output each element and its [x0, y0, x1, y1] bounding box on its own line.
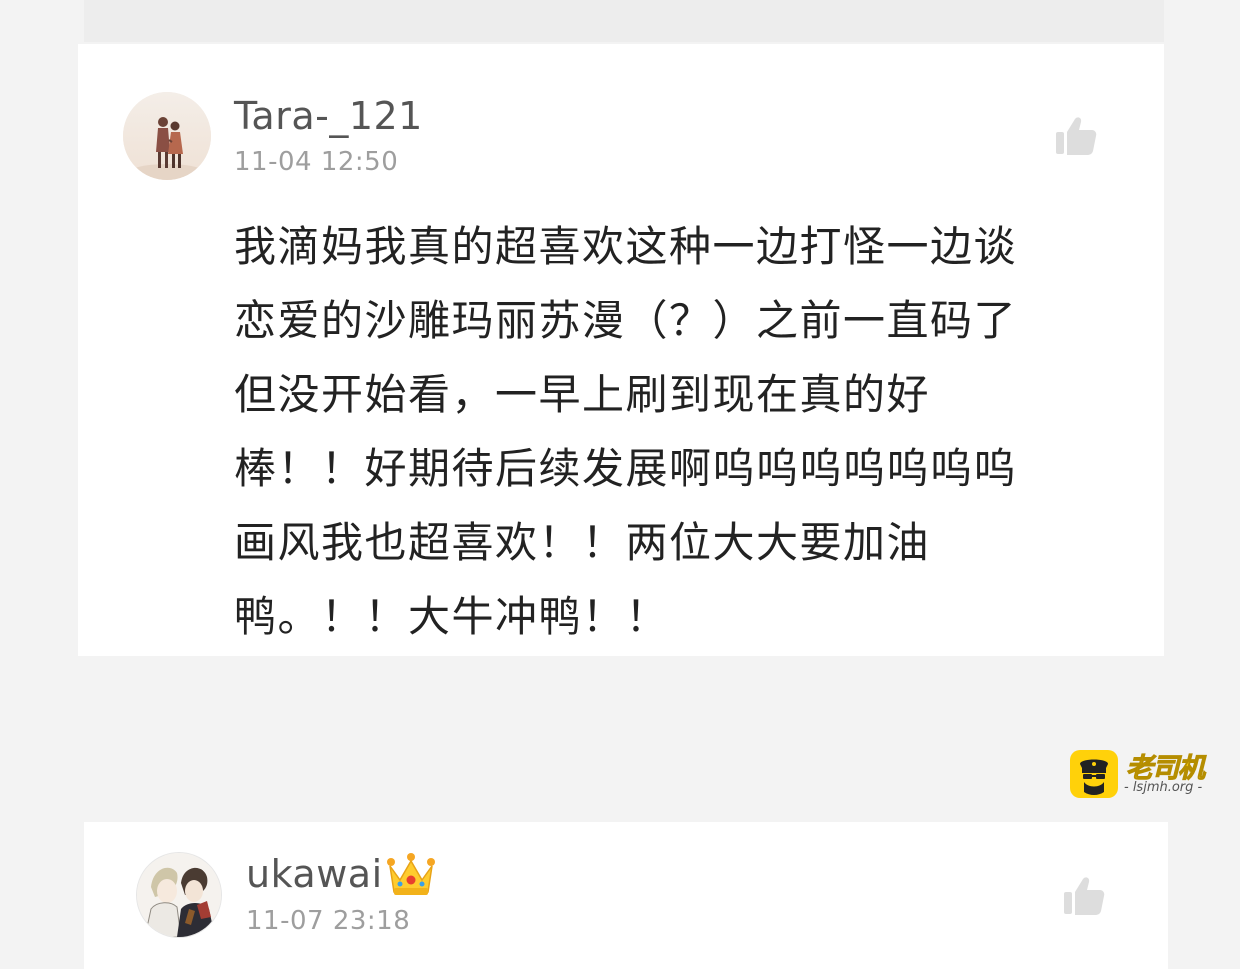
comment-line: 但没开始看，一早上刷到现在真的好	[234, 370, 931, 419]
comment-line: 我滴妈我真的超喜欢这种一边打怪一边谈	[234, 222, 1018, 271]
comment-card: Tara-_121 11-04 12:50 我滴妈我真的超喜欢这种一边打怪一边谈…	[78, 44, 1164, 656]
thumbs-up-icon	[1056, 117, 1097, 155]
avatar-anime-characters-icon	[137, 853, 221, 937]
comment-timestamp: 11-04 12:50	[234, 147, 399, 177]
like-button[interactable]	[1062, 874, 1106, 918]
user-avatar[interactable]	[123, 92, 211, 180]
driver-mascot-icon	[1070, 750, 1118, 798]
comment-line: 画风我也超喜欢！！两位大大要加油	[234, 518, 931, 567]
like-button[interactable]	[1054, 114, 1098, 158]
watermark-domain: - lsjmh.org -	[1124, 780, 1203, 795]
watermark: 老司机 - lsjmh.org -	[1068, 746, 1228, 802]
comment-card: ukawai 11-07 23:18	[84, 822, 1168, 969]
previous-comment-edge	[84, 0, 1164, 42]
comment-body: 我滴妈我真的超喜欢这种一边打怪一边谈 恋爱的沙雕玛丽苏漫（？）之前一直码了 但没…	[234, 210, 1114, 654]
user-avatar[interactable]	[136, 852, 222, 938]
comment-line: 棒！！好期待后续发展啊呜呜呜呜呜呜呜	[234, 444, 1018, 493]
comment-line: 鸭。！！大牛冲鸭！！	[234, 592, 670, 641]
crown-icon	[386, 852, 436, 898]
thumbs-up-icon	[1064, 877, 1105, 915]
comment-feed: Tara-_121 11-04 12:50 我滴妈我真的超喜欢这种一边打怪一边谈…	[0, 0, 1240, 969]
username[interactable]: Tara-_121	[234, 94, 423, 138]
username[interactable]: ukawai	[246, 852, 383, 896]
comment-timestamp: 11-07 23:18	[246, 906, 411, 936]
comment-line: 恋爱的沙雕玛丽苏漫（？）之前一直码了	[234, 296, 1018, 345]
avatar-couple-illustration-icon	[123, 92, 211, 180]
